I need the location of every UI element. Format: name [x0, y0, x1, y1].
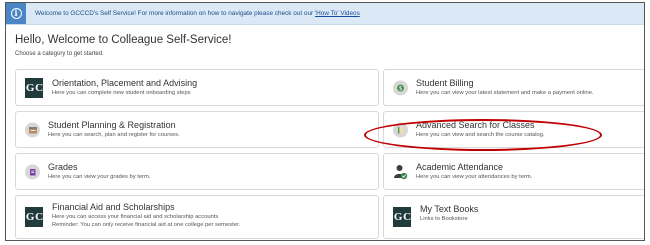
card-description: Here you can view your latest statement …	[416, 90, 594, 96]
catalog-icon	[393, 122, 408, 137]
card-title: Academic Attendance	[416, 162, 504, 172]
card-description: Here you can view your attendances by te…	[416, 174, 533, 180]
card-description: Here you can view and search the course …	[416, 132, 545, 138]
card-description: Here you can complete new student onboar…	[52, 90, 191, 96]
card-title: Advanced Search for Classes	[416, 120, 535, 130]
card-description: Here you can search, plan and register f…	[48, 132, 180, 138]
how-to-videos-link[interactable]: 'How To' Videos	[315, 10, 360, 17]
welcome-banner: i Welcome to GCCCD's Self Service! For m…	[6, 3, 644, 25]
card-student-planning[interactable]: Student Planning & Registration Here you…	[15, 111, 379, 148]
dollar-icon: $	[393, 80, 408, 95]
card-title: Student Planning & Registration	[48, 120, 176, 130]
card-orientation[interactable]: G C Orientation, Placement and Advising …	[15, 69, 379, 106]
card-reminder: Reminder: You can only receive financial…	[52, 222, 241, 228]
banner-message: Welcome to GCCCD's Self Service! For mor…	[35, 10, 315, 17]
banner-text: Welcome to GCCCD's Self Service! For mor…	[35, 10, 360, 17]
college-logo-icon: G C	[25, 207, 43, 227]
college-logo-icon: G C	[25, 77, 43, 98]
card-financial-aid[interactable]: G C Financial Aid and Scholarships Here …	[15, 195, 379, 239]
card-textbooks[interactable]: G C My Text Books Links to Bookstore	[383, 195, 644, 239]
svg-text:$: $	[399, 86, 402, 92]
info-icon: i	[10, 8, 22, 19]
attendance-icon	[393, 164, 408, 180]
card-advanced-search[interactable]: Advanced Search for Classes Here you can…	[383, 111, 644, 148]
self-service-frame: i Welcome to GCCCD's Self Service! For m…	[5, 2, 645, 241]
card-title: My Text Books	[420, 204, 479, 214]
card-student-billing[interactable]: $ Student Billing Here you can view your…	[383, 69, 644, 106]
card-title: Grades	[48, 162, 78, 172]
banner-icon-box: i	[6, 3, 26, 24]
college-logo-icon: G C	[393, 207, 411, 227]
page-subtitle: Choose a category to get started.	[15, 51, 104, 57]
page-title: Hello, Welcome to Colleague Self-Service…	[15, 34, 232, 46]
card-academic-attendance[interactable]: Academic Attendance Here you can view yo…	[383, 153, 644, 190]
planner-icon	[25, 122, 40, 137]
card-title: Student Billing	[416, 78, 474, 88]
grades-icon	[25, 164, 40, 179]
card-description: Here you can access your financial aid a…	[52, 214, 219, 220]
card-grades[interactable]: Grades Here you can view your grades by …	[15, 153, 379, 190]
card-description: Here you can view your grades by term.	[48, 174, 151, 180]
card-description: Links to Bookstore	[420, 216, 468, 222]
card-title: Orientation, Placement and Advising	[52, 78, 198, 88]
card-title: Financial Aid and Scholarships	[52, 202, 175, 212]
